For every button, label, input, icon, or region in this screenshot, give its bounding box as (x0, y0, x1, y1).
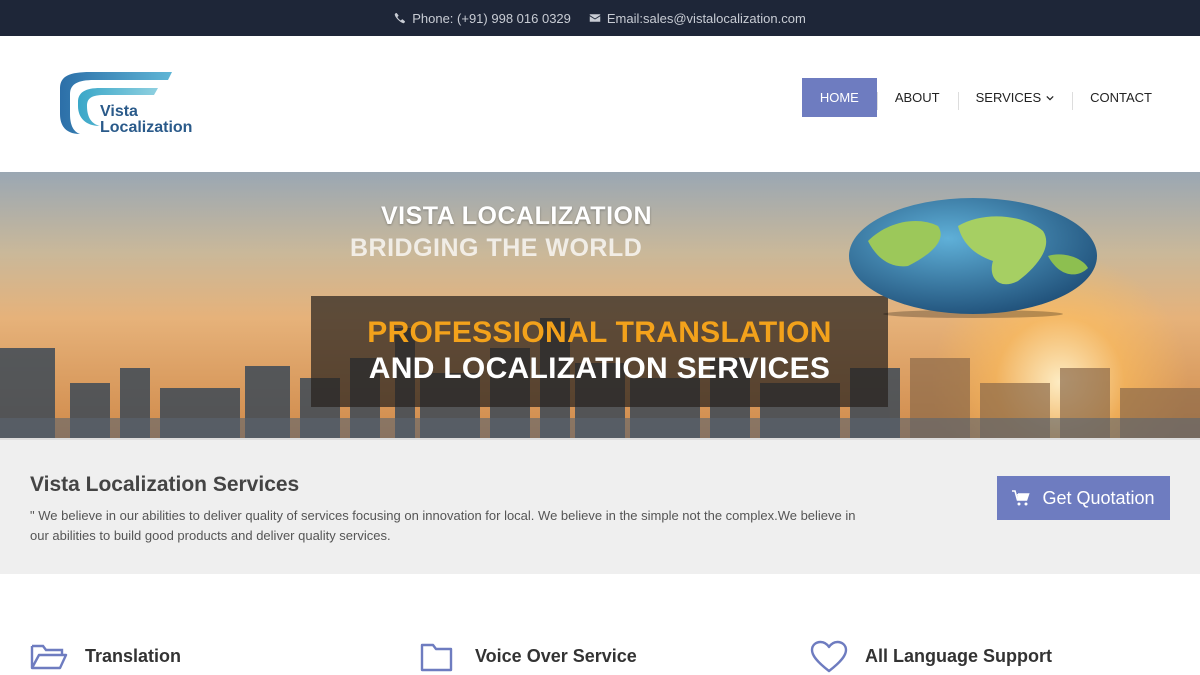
feature-translation[interactable]: Translation (30, 640, 181, 674)
globe-icon (849, 198, 1097, 318)
nav-home[interactable]: HOME (801, 78, 877, 117)
feature-title: Translation (85, 646, 182, 666)
site-logo[interactable]: Vista Localization (30, 66, 220, 141)
get-quotation-label: Get Quotation (1042, 487, 1155, 508)
feature-title: All Language Support (865, 646, 1052, 666)
phone-contact[interactable]: Phone: (+91) 998 016 0329 (394, 11, 571, 26)
services-title: Vista Localization Services (30, 473, 300, 496)
envelope-icon (589, 14, 601, 22)
hero-title: VISTA LOCALIZATION (381, 202, 653, 230)
hero-tagline-box: PROFESSIONAL TRANSLATION AND LOCALIZATIO… (311, 296, 888, 407)
nav-about[interactable]: ABOUT (876, 78, 958, 117)
folder-icon (420, 643, 453, 672)
site-header: Vista Localization HOME ABOUT SERVICES C… (0, 36, 1200, 172)
shopping-cart-icon (1012, 490, 1031, 506)
hero-subtitle: BRIDGING THE WORLD (350, 234, 643, 262)
feature-title: Voice Over Service (475, 646, 637, 666)
nav-contact[interactable]: CONTACT (1072, 78, 1170, 117)
heart-icon (810, 640, 848, 673)
folder-open-icon (30, 644, 68, 670)
services-intro: Vista Localization Services " We believe… (0, 438, 1200, 574)
tagline-line1: PROFESSIONAL TRANSLATION (367, 316, 832, 349)
phone-icon (394, 12, 406, 24)
logo-line2: Localization (100, 119, 193, 136)
email-text: Email:sales@vistalocalization.com (606, 10, 806, 26)
nav-services[interactable]: SERVICES (957, 78, 1073, 117)
feature-language-support[interactable]: All Language Support (810, 640, 1052, 674)
phone-text: Phone: (+91) 998 016 0329 (412, 10, 571, 26)
tagline-line2: AND LOCALIZATION SERVICES (368, 352, 831, 385)
logo-line1: Vista (100, 103, 138, 120)
services-description: " We believe in our abilities to deliver… (30, 508, 856, 543)
main-nav: HOME ABOUT SERVICES CONTACT (801, 78, 1170, 117)
feature-voice-over[interactable]: Voice Over Service (420, 640, 637, 674)
email-contact[interactable]: Email:sales@vistalocalization.com (589, 11, 806, 26)
hero-banner: VISTA LOCALIZATION BRIDGING THE WORLD PR… (0, 172, 1200, 438)
chevron-down-icon (1046, 95, 1054, 100)
get-quotation-button[interactable]: Get Quotation (997, 476, 1170, 520)
top-contact-bar: Phone: (+91) 998 016 0329 Email:sales@vi… (0, 0, 1200, 36)
